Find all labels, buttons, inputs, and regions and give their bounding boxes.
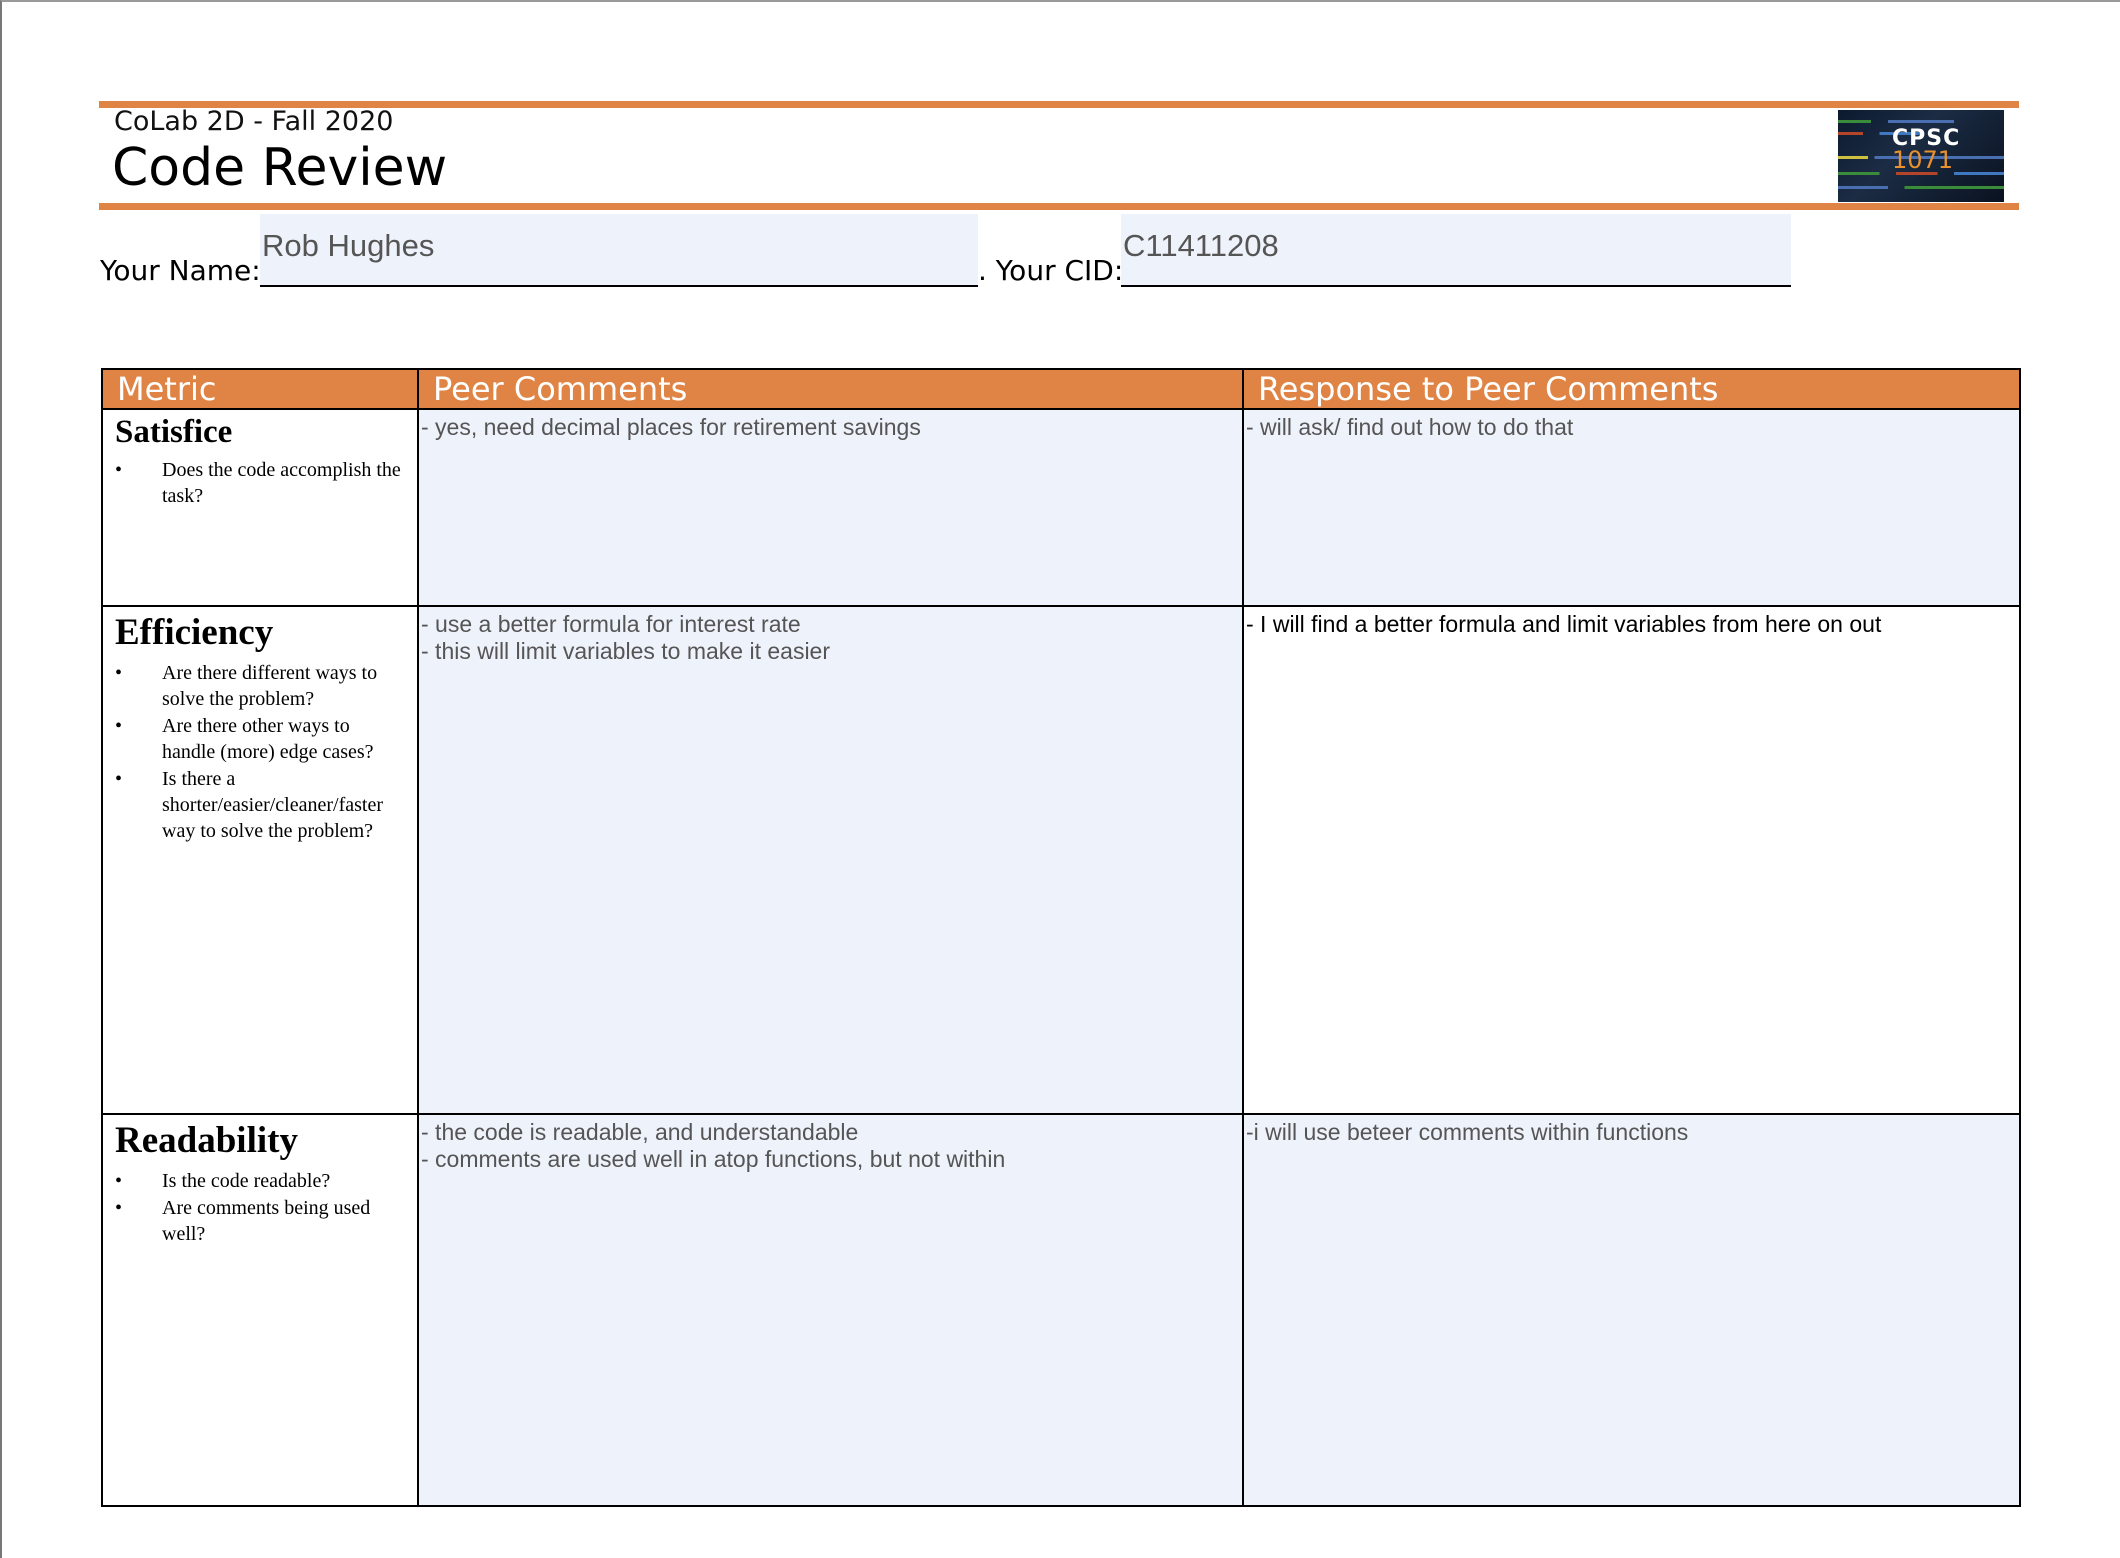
header-metric: Metric <box>101 368 419 410</box>
course-label: CoLab 2D - Fall 2020 <box>114 106 394 137</box>
response-cell[interactable]: -i will use beteer comments within funct… <box>1242 1113 2021 1507</box>
peer-comment-cell[interactable]: - the code is readable, and understandab… <box>417 1113 1244 1507</box>
metric-name: Satisfice <box>115 414 233 450</box>
peer-comment-cell[interactable]: - use a better formula for interest rate… <box>417 605 1244 1115</box>
peer-comment-cell[interactable]: - yes, need decimal places for retiremen… <box>417 408 1244 607</box>
response-line: -i will use beteer comments within funct… <box>1246 1119 1689 1145</box>
metric-question: Are comments being used well? <box>115 1195 405 1247</box>
peer-comment-line: - yes, need decimal places for retiremen… <box>421 414 921 440</box>
table-header-row: Metric Peer Comments Response to Peer Co… <box>101 368 2021 410</box>
metric-cell: Efficiency Are there different ways to s… <box>101 605 419 1115</box>
metric-question: Is the code readable? <box>115 1168 405 1194</box>
table-row-readability: Readability Is the code readable? Are co… <box>101 1113 2021 1507</box>
metric-cell: Readability Is the code readable? Are co… <box>101 1113 419 1507</box>
metric-cell: Satisfice Does the code accomplish the t… <box>101 408 419 607</box>
header-response: Response to Peer Comments <box>1242 368 2021 410</box>
peer-comment-line: - comments are used well in atop functio… <box>421 1146 1006 1172</box>
metric-question: Are there different ways to solve the pr… <box>115 660 405 712</box>
code-review-table: Metric Peer Comments Response to Peer Co… <box>101 368 2021 1507</box>
peer-comment-line: - use a better formula for interest rate <box>421 611 801 637</box>
name-field[interactable]: Rob Hughes <box>260 214 978 287</box>
cid-field[interactable]: C11411208 <box>1121 214 1791 287</box>
course-logo: CPSC 1071 <box>1838 110 2004 202</box>
table-row-satisfice: Satisfice Does the code accomplish the t… <box>101 408 2021 607</box>
response-line: - will ask/ find out how to do that <box>1246 414 1574 440</box>
header-peer-comments: Peer Comments <box>417 368 1244 410</box>
metric-name: Readability <box>115 1120 298 1161</box>
name-label: Your Name: <box>100 254 261 287</box>
cid-label: . Your CID: <box>978 254 1124 287</box>
metric-question: Does the code accomplish the task? <box>115 457 405 509</box>
peer-comment-line: - this will limit variables to make it e… <box>421 638 831 664</box>
peer-comment-line: - the code is readable, and understandab… <box>421 1119 859 1145</box>
response-cell[interactable]: - I will find a better formula and limit… <box>1242 605 2021 1115</box>
metric-question: Are there other ways to handle (more) ed… <box>115 713 405 765</box>
metric-name: Efficiency <box>115 612 274 653</box>
response-line: - I will find a better formula and limit… <box>1246 611 1882 637</box>
header-bottom-rule <box>99 203 2019 210</box>
metric-question: Is there a shorter/easier/cleaner/faster… <box>115 766 405 844</box>
response-cell[interactable]: - will ask/ find out how to do that <box>1242 408 2021 607</box>
logo-text-number: 1071 <box>1892 146 1954 174</box>
table-row-efficiency: Efficiency Are there different ways to s… <box>101 605 2021 1115</box>
page-title: Code Review <box>112 138 448 198</box>
